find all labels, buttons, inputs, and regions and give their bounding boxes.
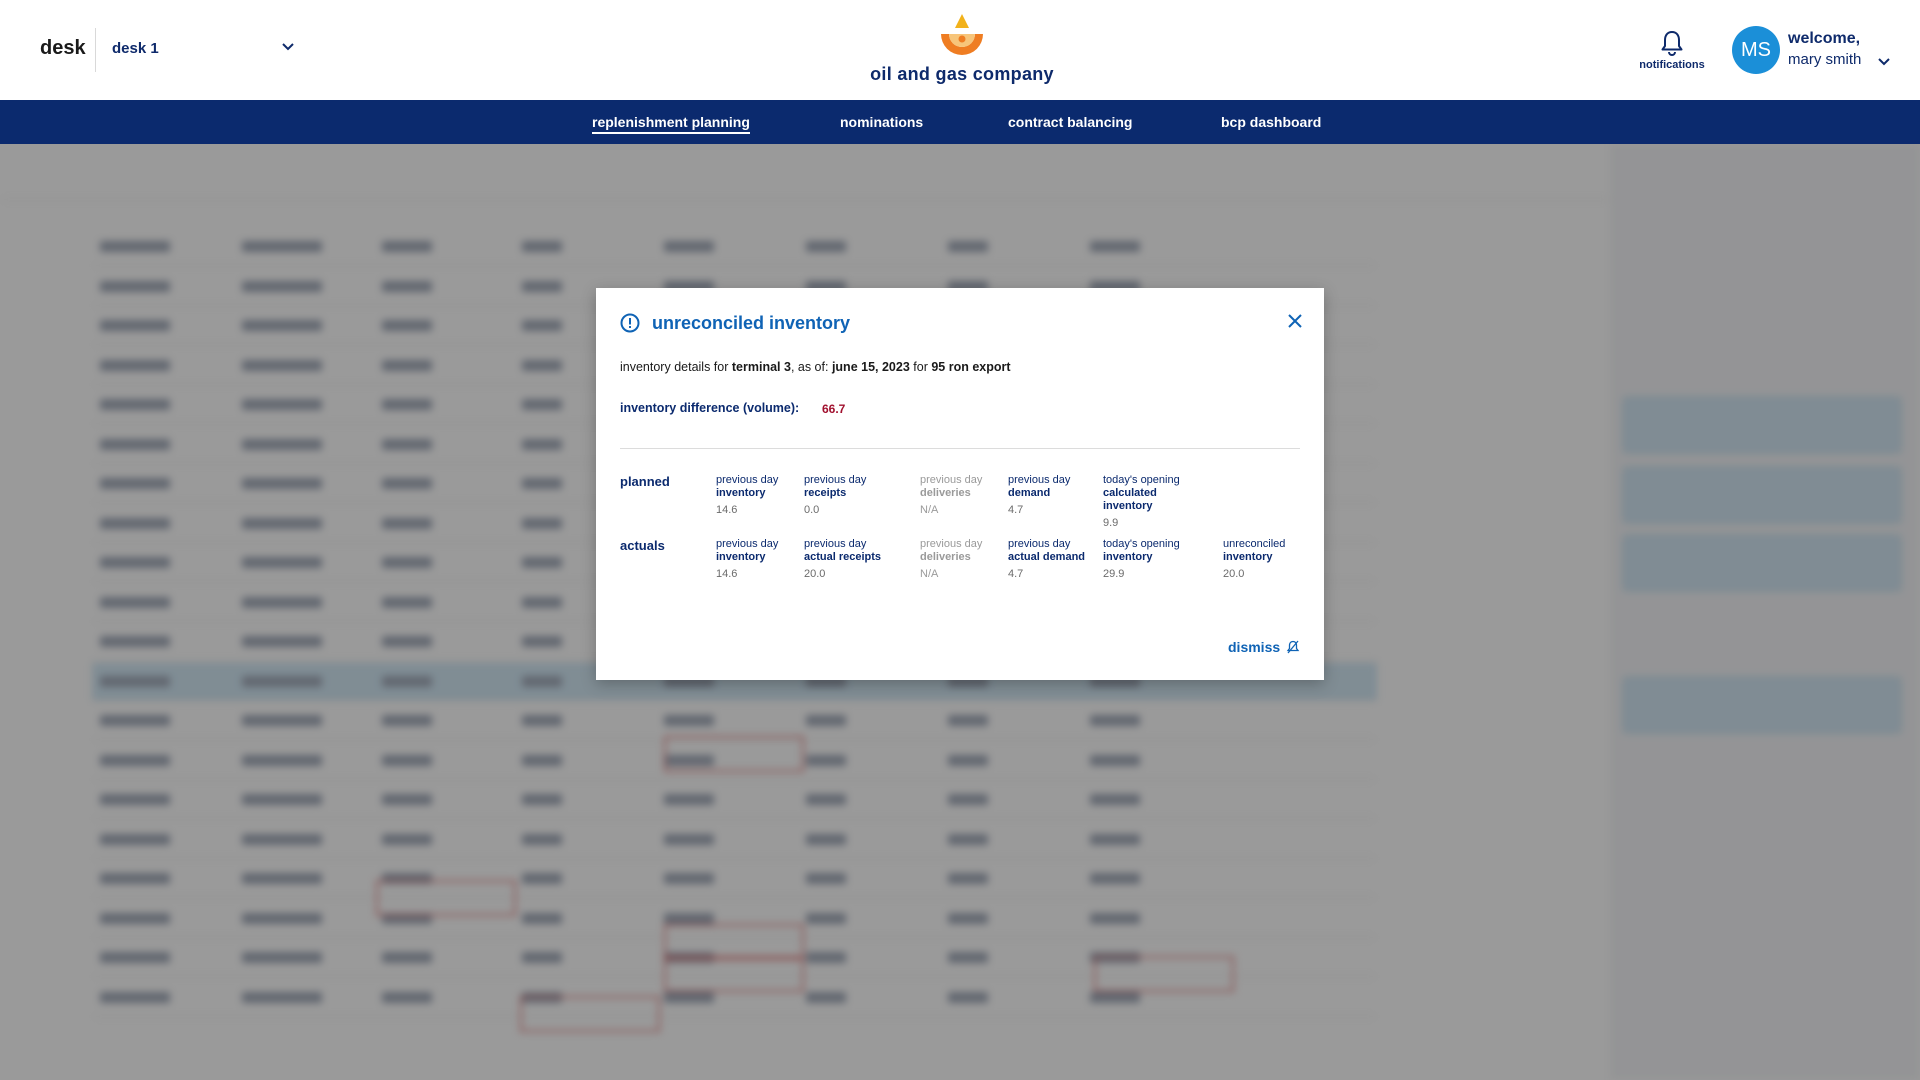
actuals-field: unreconciled inventory 20.0 [1223,538,1313,581]
notifications-label[interactable]: notifications [1632,59,1712,71]
field-caption: previous day [716,474,779,486]
field-value: N/A [920,504,939,516]
field-label: demand [1008,487,1051,499]
field-value: 9.9 [1103,517,1119,529]
field-value: 29.9 [1103,568,1125,580]
modal-divider [620,448,1300,449]
header-divider [95,28,96,72]
unreconciled-inventory-modal: unreconciled inventory inventory details… [596,288,1324,680]
field-label: deliveries [920,487,971,499]
planned-field: previous day deliveries N/A [920,474,1010,517]
field-caption: previous day [1008,474,1071,486]
field-value: 20.0 [1223,568,1245,580]
close-icon[interactable] [1286,312,1304,330]
nav-item-bcp-dashboard[interactable]: bcp dashboard [1221,114,1321,130]
field-value: 20.0 [804,568,826,580]
field-caption: previous day [920,538,983,550]
field-label: inventory [716,551,766,563]
field-value: 4.7 [1008,504,1024,516]
field-label: actual receipts [804,551,882,563]
planned-field: previous day demand 4.7 [1008,474,1098,517]
field-label: deliveries [920,551,971,563]
desk-select[interactable]: desk 1 [112,40,159,57]
terminal-name: terminal 3 [731,360,791,374]
inventory-details-text: inventory details for terminal 3, as of:… [620,360,1011,374]
product-name: 95 ron export [931,360,1011,374]
actuals-field: previous day actual receipts 20.0 [804,538,894,581]
as-of-text: , as of: [790,360,829,374]
alert-circle-icon [620,313,640,333]
user-name[interactable]: mary smith [1788,51,1861,68]
company-name: oil and gas company [870,64,1054,84]
modal-title: unreconciled inventory [652,313,851,333]
bell-off-icon[interactable] [1286,640,1300,654]
field-label: calculated inventory [1103,487,1157,512]
main-nav: replenishment planning nominations contr… [0,100,1920,144]
actuals-field: previous day deliveries N/A [920,538,1010,581]
dismiss-button[interactable]: dismiss [1228,639,1280,655]
field-label: inventory [1103,551,1153,563]
difference-label: inventory difference (volume): [620,401,800,415]
planned-field: today's opening calculated inventory 9.9 [1103,474,1193,530]
field-value: 14.6 [716,568,738,580]
nav-item-contract-balancing[interactable]: contract balancing [1008,114,1132,130]
field-caption: previous day [920,474,983,486]
company-logo [941,14,983,55]
field-label: inventory [716,487,766,499]
planned-field: previous day receipts 0.0 [804,474,894,517]
chevron-down-icon[interactable] [280,38,296,54]
field-caption: today's opening [1103,538,1180,550]
top-header: desk desk 1 oil and gas company notifica… [0,0,1920,100]
actuals-label: actuals [620,538,665,553]
field-value: N/A [920,568,939,580]
nav-item-replenishment-planning[interactable]: replenishment planning [592,114,750,134]
nav-item-nominations[interactable]: nominations [840,114,923,130]
app-label: desk [40,37,86,59]
details-prefix: inventory details for [620,360,729,374]
planned-label: planned [620,474,670,489]
field-caption: unreconciled [1223,538,1286,550]
field-caption: previous day [804,538,867,550]
field-label: actual demand [1008,551,1086,563]
field-value: 4.7 [1008,568,1024,580]
actuals-field: today's opening inventory 29.9 [1103,538,1193,581]
field-caption: today's opening [1103,474,1180,486]
field-value: 14.6 [716,504,738,516]
bell-icon[interactable] [1660,30,1684,56]
field-label: receipts [804,487,847,499]
field-caption: previous day [1008,538,1071,550]
field-caption: previous day [804,474,867,486]
field-value: 0.0 [804,504,820,516]
inventory-date: june 15, 2023 [831,360,910,374]
field-label: inventory [1223,551,1273,563]
actuals-field: previous day inventory 14.6 [716,538,806,581]
difference-value: 66.7 [822,402,846,416]
planned-field: previous day inventory 14.6 [716,474,806,517]
avatar[interactable]: MS [1732,26,1780,74]
field-caption: previous day [716,538,779,550]
actuals-field: previous day actual demand 4.7 [1008,538,1098,581]
chevron-down-icon[interactable] [1876,53,1892,69]
welcome-text: welcome, [1788,30,1861,47]
for-text: for [913,360,928,374]
